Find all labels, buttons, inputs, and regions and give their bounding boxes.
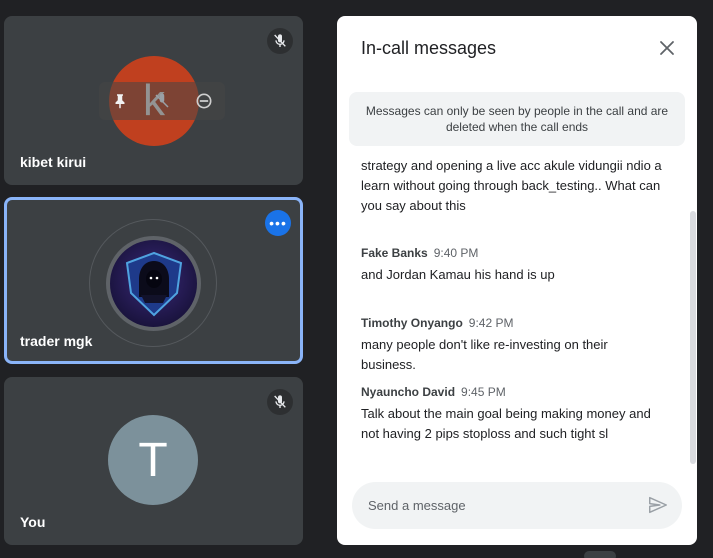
participant-name: You bbox=[20, 514, 46, 530]
message-sender: Fake Banks bbox=[361, 246, 428, 260]
message-text: many people don't like re-investing on t… bbox=[361, 337, 608, 372]
message-sender: Timothy Onyango bbox=[361, 316, 463, 330]
message-text: and Jordan Kamau his hand is up bbox=[361, 267, 555, 282]
participant-tile-kibet[interactable]: k kibet kirui bbox=[4, 16, 303, 185]
message-input[interactable] bbox=[368, 482, 628, 529]
participant-name: kibet kirui bbox=[20, 154, 87, 170]
participant-name: trader mgk bbox=[20, 333, 93, 349]
pin-icon[interactable] bbox=[108, 89, 132, 113]
scrollbar[interactable] bbox=[690, 211, 696, 464]
close-button[interactable] bbox=[655, 36, 679, 60]
chat-panel: In-call messages Messages can only be se… bbox=[337, 16, 697, 545]
mic-off-icon bbox=[267, 28, 293, 54]
message-item: Fake Banks 9:40 PM and Jordan Kamau his h… bbox=[337, 244, 687, 285]
mute-icon[interactable] bbox=[150, 89, 174, 113]
message-list: strategy and opening a live acc akule vi… bbox=[337, 154, 687, 464]
remove-icon[interactable] bbox=[192, 89, 216, 113]
tile-hover-toolbar bbox=[99, 82, 225, 120]
message-time: 9:40 PM bbox=[433, 246, 479, 260]
panel-title: In-call messages bbox=[361, 38, 497, 58]
avatar bbox=[110, 240, 197, 327]
send-icon bbox=[649, 496, 667, 514]
mic-off-icon bbox=[267, 389, 293, 415]
more-options-button[interactable]: ••• bbox=[265, 210, 291, 236]
participant-tile-trader-mgk[interactable]: ••• trader mgk bbox=[4, 197, 303, 364]
avatar-initial: T bbox=[138, 433, 168, 487]
message-time: 9:45 PM bbox=[461, 385, 506, 399]
bottom-control-edge bbox=[584, 551, 616, 558]
close-icon bbox=[660, 41, 674, 55]
participant-tile-you[interactable]: T You bbox=[4, 377, 303, 545]
message-item: Nyauncho David 9:45 PM Talk about the mai… bbox=[337, 383, 687, 444]
send-button[interactable] bbox=[646, 493, 670, 517]
message-text: Talk about the main goal being making mo… bbox=[361, 406, 651, 441]
message-sender: Nyauncho David bbox=[361, 385, 456, 399]
message-item: strategy and opening a live acc akule vi… bbox=[337, 156, 687, 216]
message-composer bbox=[352, 482, 682, 529]
hooded-figure-icon bbox=[125, 251, 182, 316]
message-text: strategy and opening a live acc akule vi… bbox=[361, 158, 662, 213]
message-item: Timothy Onyango 9:42 PM many people don't… bbox=[337, 314, 687, 375]
message-time: 9:42 PM bbox=[468, 316, 514, 330]
privacy-notice: Messages can only be seen by people in t… bbox=[349, 92, 685, 146]
avatar: T bbox=[108, 415, 198, 505]
